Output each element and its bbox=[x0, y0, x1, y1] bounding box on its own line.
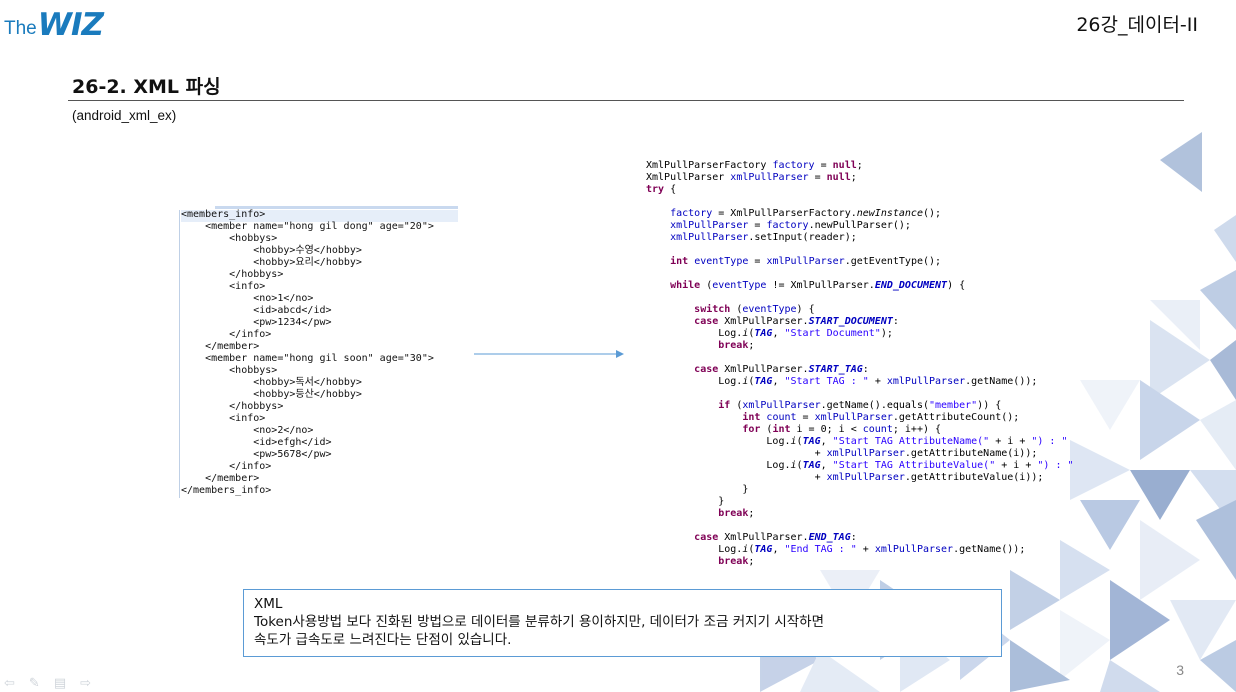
xml-line: </hobbys> bbox=[181, 401, 284, 412]
slide-nav-controls: ⇦ ✎ ▤ ⇨ bbox=[4, 676, 91, 691]
editor-gutter bbox=[179, 210, 180, 498]
xml-line: <members_info> bbox=[181, 209, 266, 220]
code-line: for (int i = 0; i < count; i++) { bbox=[742, 424, 942, 435]
xml-line: <pw>5678</pw> bbox=[181, 449, 332, 460]
xml-line: <member name="hong gil dong" age="20"> bbox=[181, 221, 434, 232]
page-number: 3 bbox=[1176, 662, 1184, 678]
menu-icon[interactable]: ▤ bbox=[54, 676, 66, 691]
code-line: try { bbox=[646, 184, 677, 195]
code-line: } bbox=[646, 496, 725, 507]
code-line: case XmlPullParser.START_DOCUMENT: bbox=[694, 316, 899, 327]
code-line: Log.i(TAG, "Start TAG : " + xmlPullParse… bbox=[646, 376, 1038, 387]
xml-line: <hobby>등산</hobby> bbox=[181, 389, 362, 400]
xml-line: </hobbys> bbox=[181, 269, 284, 280]
xml-line: <hobby>요리</hobby> bbox=[181, 257, 362, 268]
note-heading: XML bbox=[254, 596, 283, 612]
xml-line: <hobbys> bbox=[181, 365, 278, 376]
logo-the-text: The bbox=[4, 18, 37, 39]
code-line: break; bbox=[718, 340, 755, 351]
xml-source: <members_info> <member name="hong gil do… bbox=[181, 209, 434, 497]
code-line: XmlPullParser xmlPullParser = null; bbox=[646, 172, 857, 183]
xml-line: </members_info> bbox=[181, 485, 272, 496]
code-line: xmlPullParser.setInput(reader); bbox=[670, 232, 857, 243]
xml-line: <hobbys> bbox=[181, 233, 278, 244]
chapter-title: 26강_데이터-II bbox=[1076, 14, 1198, 36]
code-line: + xmlPullParser.getAttributeName(i)); bbox=[646, 448, 1038, 459]
xml-line: </member> bbox=[181, 473, 260, 484]
section-title: 26-2. XML 파싱 bbox=[72, 76, 221, 98]
xml-line: <hobby>수영</hobby> bbox=[181, 245, 362, 256]
xml-line: </member> bbox=[181, 341, 260, 352]
xml-line: <info> bbox=[181, 281, 266, 292]
xml-line: <hobby>독서</hobby> bbox=[181, 377, 362, 388]
code-line: Log.i(TAG, "Start Document"); bbox=[646, 328, 893, 339]
code-line: Log.i(TAG, "Start TAG AttributeName(" + … bbox=[646, 436, 1068, 447]
code-line: if (xmlPullParser.getName().equals("memb… bbox=[718, 400, 1002, 411]
xml-sample-panel: <members_info> <member name="hong gil do… bbox=[179, 206, 458, 502]
the-wiz-logo: The WIZ bbox=[4, 6, 104, 43]
right-arrow-icon bbox=[474, 350, 624, 358]
code-line: int eventType = xmlPullParser.getEventTy… bbox=[670, 256, 942, 267]
code-line: Log.i(TAG, "End TAG : " + xmlPullParser.… bbox=[646, 544, 1026, 555]
code-line: case XmlPullParser.END_TAG: bbox=[694, 532, 857, 543]
xml-line: </info> bbox=[181, 329, 272, 340]
xml-line: <id>abcd</id> bbox=[181, 305, 332, 316]
xml-line: </info> bbox=[181, 461, 272, 472]
pen-icon[interactable]: ✎ bbox=[29, 676, 40, 691]
note-box: XML Token사용방법 보다 진화된 방법으로 데이터를 분류하기 용이하지… bbox=[243, 589, 1002, 657]
xml-line: <member name="hong gil soon" age="30"> bbox=[181, 353, 434, 364]
logo-wiz-text: WIZ bbox=[37, 7, 104, 43]
section-subtitle: (android_xml_ex) bbox=[72, 108, 177, 123]
code-line: XmlPullParserFactory factory = null; bbox=[646, 160, 863, 171]
code-line: int count = xmlPullParser.getAttributeCo… bbox=[742, 412, 1020, 423]
xml-line: <pw>1234</pw> bbox=[181, 317, 332, 328]
code-line: Log.i(TAG, "Start TAG AttributeValue(" +… bbox=[646, 460, 1074, 471]
xml-line: <info> bbox=[181, 413, 266, 424]
xml-line: <id>efgh</id> bbox=[181, 437, 332, 448]
code-line: break; bbox=[718, 556, 755, 567]
next-arrow-icon[interactable]: ⇨ bbox=[80, 676, 91, 691]
title-divider bbox=[68, 100, 1184, 101]
code-line: while (eventType != XmlPullParser.END_DO… bbox=[670, 280, 966, 291]
code-line: } bbox=[646, 484, 749, 495]
note-line-2: 속도가 급속도로 느려진다는 단점이 있습니다. bbox=[254, 632, 512, 648]
code-line: case XmlPullParser.START_TAG: bbox=[694, 364, 869, 375]
java-parser-code: XmlPullParserFactory factory = null; XmlP… bbox=[646, 160, 1074, 568]
code-line: xmlPullParser = factory.newPullParser(); bbox=[670, 220, 911, 231]
xml-line: <no>1</no> bbox=[181, 293, 314, 304]
xml-line: <no>2</no> bbox=[181, 425, 314, 436]
prev-arrow-icon[interactable]: ⇦ bbox=[4, 676, 15, 691]
code-line: factory = XmlPullParserFactory.newInstan… bbox=[670, 208, 942, 219]
code-line: switch (eventType) { bbox=[694, 304, 815, 315]
code-line: break; bbox=[718, 508, 755, 519]
note-line-1: Token사용방법 보다 진화된 방법으로 데이터를 분류하기 용이하지만, 데… bbox=[254, 614, 824, 630]
code-line: + xmlPullParser.getAttributeValue(i)); bbox=[646, 472, 1044, 483]
